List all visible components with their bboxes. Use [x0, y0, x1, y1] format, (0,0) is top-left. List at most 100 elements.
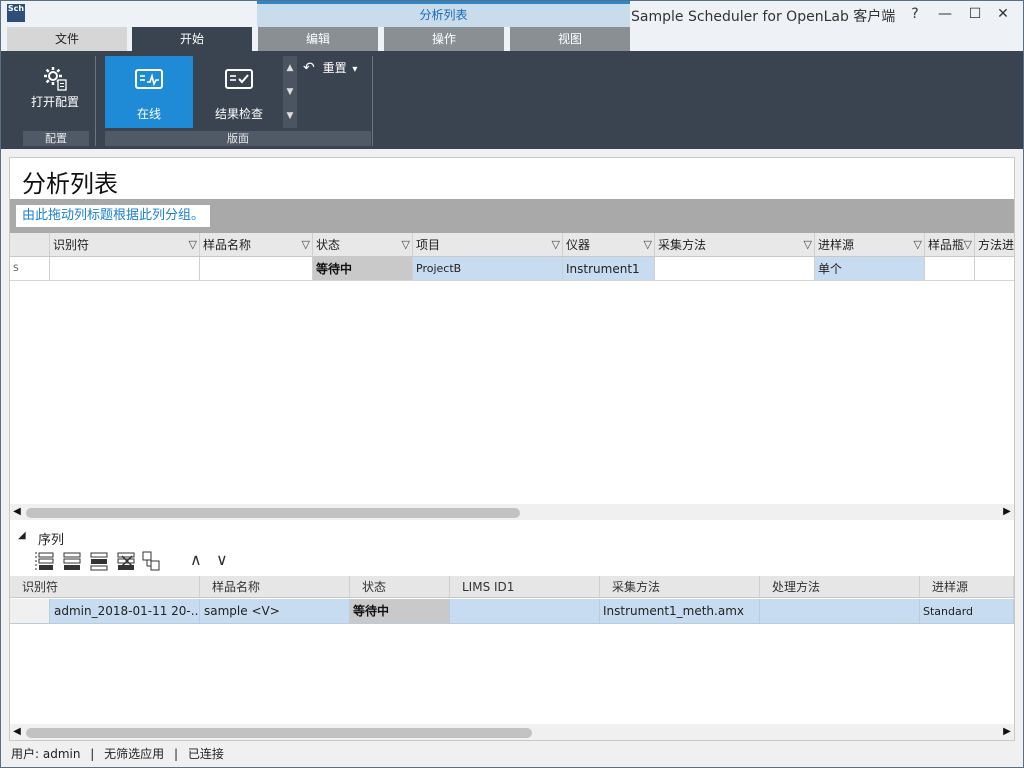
sequence-grid-hscrollbar[interactable]: ◀ ▶	[10, 724, 1014, 740]
filter-icon[interactable]: ▽	[804, 233, 812, 256]
tab-operate[interactable]: 操作	[384, 27, 504, 51]
app-logo-icon: Sch	[7, 4, 25, 22]
column-header-sample-name[interactable]: 样品名称	[200, 576, 350, 597]
delete-row-icon[interactable]	[114, 550, 138, 572]
gear-config-icon	[44, 67, 67, 91]
maximize-button[interactable]: ☐	[963, 5, 987, 23]
filter-icon[interactable]: ▽	[402, 233, 410, 256]
column-header-injection-source[interactable]: 进样源 ▽	[815, 233, 925, 256]
move-down-icon[interactable]: ∨	[216, 550, 228, 569]
column-header-status[interactable]: 状态 ▽	[313, 233, 413, 256]
filter-icon[interactable]: ▽	[644, 233, 652, 256]
cell-acquisition-method[interactable]	[655, 257, 815, 280]
cell-id[interactable]: admin_2018-01-11 20-...	[50, 599, 200, 623]
reset-button[interactable]: ↶ 重置 ▾	[303, 59, 357, 76]
cell-instrument[interactable]: Instrument1	[563, 257, 655, 280]
column-header-method[interactable]: 方法进	[975, 233, 1014, 256]
ribbon: 打开配置 配置 在线 结果检查 ▲ ▼ ▼ ↶ 重置 ▾ 版面	[1, 51, 1023, 149]
table-row[interactable]: admin_2018-01-11 20-... sample <V> 等待中 I…	[10, 599, 1014, 624]
column-header-id[interactable]: 识别符 ▽	[50, 233, 200, 256]
row-indicator-header	[10, 233, 50, 256]
filter-icon[interactable]: ▽	[189, 233, 197, 256]
insert-row-icon[interactable]	[34, 550, 58, 572]
tab-edit[interactable]: 编辑	[258, 27, 378, 51]
column-header-project[interactable]: 项目 ▽	[413, 233, 563, 256]
tab-file[interactable]: 文件	[7, 27, 127, 51]
cell-status[interactable]: 等待中	[350, 599, 450, 623]
expand-more-icon[interactable]: ▼	[283, 104, 297, 128]
close-button[interactable]: ✕	[991, 5, 1015, 23]
insert-below-icon[interactable]	[87, 550, 111, 572]
scrollbar-thumb[interactable]	[26, 508, 520, 518]
row-marker: S	[10, 257, 50, 280]
insert-above-icon[interactable]	[60, 550, 84, 572]
column-header-instrument[interactable]: 仪器 ▽	[563, 233, 655, 256]
cell-vial[interactable]	[925, 257, 975, 280]
column-header-lims-id1[interactable]: LIMS ID1	[450, 576, 600, 597]
online-monitor-icon	[135, 69, 163, 89]
scroll-left-icon[interactable]: ◀	[10, 504, 24, 520]
app-window: Sch 分析列表 Sample Scheduler for OpenLab 客户…	[0, 0, 1024, 768]
table-row[interactable]: S 等待中 ProjectB Instrument1 单个	[10, 257, 1014, 281]
sequence-section-header[interactable]: ◢ 序列	[10, 528, 1014, 548]
analysis-grid-hscrollbar[interactable]: ◀ ▶	[10, 504, 1014, 520]
filter-icon[interactable]: ▽	[964, 233, 972, 256]
column-header-sample-name[interactable]: 样品名称 ▽	[200, 233, 313, 256]
cell-project[interactable]: ProjectB	[413, 257, 563, 280]
ribbon-tab-strip: 文件 开始 编辑 操作 视图	[1, 27, 1023, 51]
scrollbar-thumb[interactable]	[26, 728, 532, 738]
main-content: 分析列表 由此拖动列标题根据此列分组。 识别符 ▽ 样品名称 ▽ 状态 ▽ 项目 ▽ 仪…	[9, 157, 1015, 741]
tab-view[interactable]: 视图	[510, 27, 630, 51]
ribbon-separator	[372, 56, 373, 146]
cell-injection-source[interactable]: 单个	[815, 257, 925, 280]
group-by-hint: 由此拖动列标题根据此列分组。	[16, 205, 211, 227]
title-bar: Sch 分析列表 Sample Scheduler for OpenLab 客户…	[1, 1, 1023, 27]
tab-home[interactable]: 开始	[132, 27, 252, 51]
collapse-triangle-icon[interactable]: ◢	[18, 530, 26, 541]
cell-lims-id1[interactable]	[450, 599, 600, 623]
cell-processing-method[interactable]	[760, 599, 920, 623]
column-header-id[interactable]: 识别符	[10, 576, 200, 597]
column-header-injection-source[interactable]: 进样源	[920, 576, 1014, 597]
copy-row-icon[interactable]	[140, 550, 164, 572]
column-header-status[interactable]: 状态	[350, 576, 450, 597]
status-connection: 已连接	[187, 747, 224, 761]
status-separator: |	[90, 747, 95, 761]
scroll-right-icon[interactable]: ▶	[1000, 504, 1014, 520]
cell-method[interactable]	[975, 257, 1014, 280]
open-config-button[interactable]: 打开配置	[21, 56, 89, 128]
minimize-button[interactable]: —	[933, 5, 957, 23]
status-user: 用户: admin	[11, 747, 81, 761]
cell-sample-name[interactable]	[200, 257, 313, 280]
cell-sample-name[interactable]: sample <V>	[200, 599, 350, 623]
column-header-processing-method[interactable]: 处理方法	[760, 576, 920, 597]
ribbon-group-layout: 在线 结果检查 ▲ ▼ ▼ ↶ 重置 ▾ 版面	[105, 51, 373, 149]
move-up-icon[interactable]: ∧	[190, 550, 202, 569]
row-indicator	[10, 599, 50, 623]
online-button[interactable]: 在线	[105, 56, 193, 128]
column-header-acquisition-method[interactable]: 采集方法 ▽	[655, 233, 815, 256]
column-header-acquisition-method[interactable]: 采集方法	[600, 576, 760, 597]
ribbon-separator	[95, 56, 96, 146]
status-bar: 用户: admin | 无筛选应用 | 已连接	[1, 743, 1023, 767]
scroll-right-icon[interactable]: ▶	[1000, 724, 1014, 740]
context-tab-analysis-list[interactable]: 分析列表	[257, 1, 630, 27]
cell-status[interactable]: 等待中	[313, 257, 413, 280]
result-review-button[interactable]: 结果检查	[195, 56, 283, 128]
scroll-left-icon[interactable]: ◀	[10, 724, 24, 740]
filter-icon[interactable]: ▽	[552, 233, 560, 256]
help-button[interactable]: ?	[903, 5, 927, 23]
status-separator: |	[174, 747, 179, 761]
filter-icon[interactable]: ▽	[302, 233, 310, 256]
group-by-drop-area[interactable]: 由此拖动列标题根据此列分组。	[10, 199, 1014, 233]
ribbon-gallery-scroller[interactable]: ▲ ▼ ▼	[283, 56, 297, 128]
result-review-icon	[225, 69, 253, 89]
scroll-up-icon[interactable]: ▲	[283, 56, 297, 80]
filter-icon[interactable]: ▽	[914, 233, 922, 256]
scroll-down-icon[interactable]: ▼	[283, 80, 297, 104]
cell-id[interactable]	[50, 257, 200, 280]
cell-injection-source[interactable]: Standard	[920, 599, 1014, 623]
chevron-down-icon: ▾	[352, 64, 358, 75]
cell-acquisition-method[interactable]: Instrument1_meth.amx	[600, 599, 760, 623]
column-header-vial[interactable]: 样品瓶 ▽	[925, 233, 975, 256]
